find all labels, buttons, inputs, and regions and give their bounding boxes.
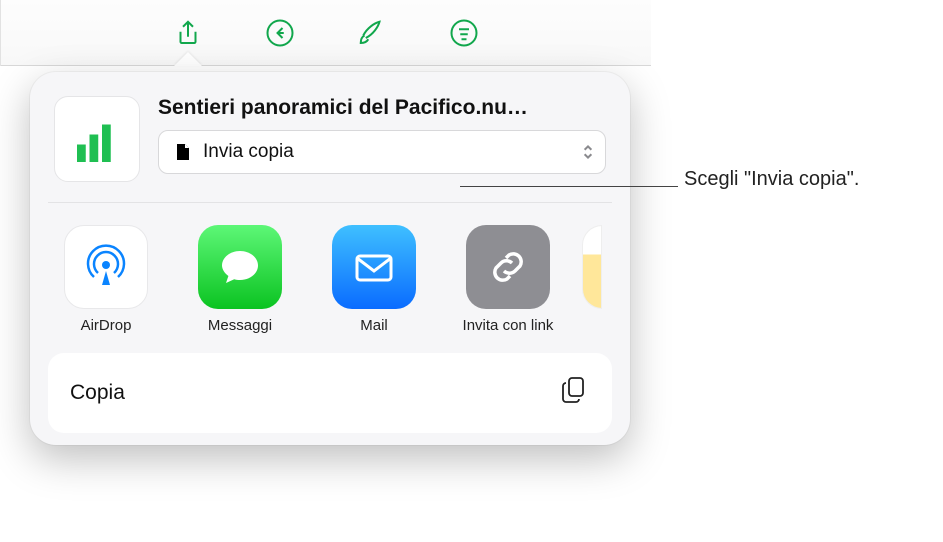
share-app-messages[interactable]: Messaggi xyxy=(190,225,290,335)
document-title: Sentieri panoramici del Pacifico.nu… xyxy=(158,96,606,120)
share-app-invite-link[interactable]: Invita con link xyxy=(458,225,558,335)
notes-icon xyxy=(582,225,602,309)
more-button[interactable] xyxy=(442,11,486,55)
reply-button[interactable] xyxy=(258,11,302,55)
share-app-label: Messaggi xyxy=(208,317,272,335)
share-app-notes-peek[interactable] xyxy=(582,225,602,335)
share-app-mail[interactable]: Mail xyxy=(324,225,424,335)
link-icon xyxy=(466,225,550,309)
share-sheet: Sentieri panoramici del Pacifico.nu… Inv… xyxy=(30,72,630,445)
format-brush-button[interactable] xyxy=(350,11,394,55)
copy-action-label: Copia xyxy=(70,381,125,405)
mail-icon xyxy=(332,225,416,309)
select-chevrons-icon xyxy=(581,143,595,161)
copy-icon xyxy=(560,375,590,411)
document-mini-icon xyxy=(173,142,193,162)
document-thumbnail xyxy=(54,96,140,182)
share-app-airdrop[interactable]: AirDrop xyxy=(56,225,156,335)
share-apps-row: AirDrop Messaggi Mail xyxy=(48,203,612,353)
send-mode-label: Invia copia xyxy=(203,141,294,163)
callout-line xyxy=(460,186,678,187)
callout-text: Scegli "Invia copia". xyxy=(684,168,859,191)
messages-icon xyxy=(198,225,282,309)
send-mode-select[interactable]: Invia copia xyxy=(158,130,606,174)
share-app-label: Mail xyxy=(360,317,388,335)
toolbar xyxy=(1,0,651,66)
share-app-label: AirDrop xyxy=(81,317,132,335)
airdrop-icon xyxy=(64,225,148,309)
share-button[interactable] xyxy=(166,11,210,55)
share-app-label: Invita con link xyxy=(463,317,554,335)
copy-action[interactable]: Copia xyxy=(48,353,612,433)
